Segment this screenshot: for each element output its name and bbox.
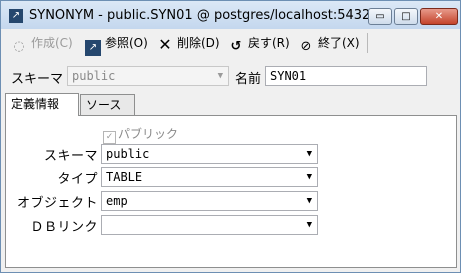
back-label: 戻す(R) [248, 36, 290, 50]
reference-button[interactable]: ↗ 参照(O) [85, 33, 148, 56]
exit-label: 終了(X) [318, 36, 360, 50]
name-value: SYN01 [270, 69, 307, 83]
minimize-button[interactable]: ▭ [368, 8, 392, 25]
chevron-down-icon: ▼ [306, 196, 312, 206]
form-schema-label: スキーマ [43, 149, 98, 164]
public-label: パブリック [118, 127, 179, 141]
minimize-icon: ▭ [375, 11, 385, 22]
maximize-icon: □ [401, 11, 411, 22]
create-label: 作成(C) [31, 36, 73, 50]
delete-button[interactable]: ✕ 削除(D) [157, 33, 220, 54]
header-schema-value: public [72, 69, 116, 83]
chevron-down-icon: ▼ [217, 71, 223, 81]
type-select[interactable]: TABLE ▼ [101, 167, 318, 187]
undo-icon: ↺ [230, 39, 242, 54]
header-schema-select[interactable]: public ▼ [67, 66, 229, 86]
reference-label: 参照(O) [105, 36, 148, 50]
reference-icon: ↗ [85, 40, 101, 56]
toolbar: ◌ 作成(C) ↗ 参照(O) ✕ 削除(D) ↺ 戻す(R) ⊘ 終了(X) [1, 30, 460, 56]
definition-panel: ✓ パブリック スキーマ public ▼ タイプ TABLE ▼ オブジェクト … [5, 115, 457, 268]
form-schema-select[interactable]: public ▼ [101, 144, 318, 164]
form-schema-value: public [106, 147, 150, 161]
dblink-select[interactable]: ▼ [101, 215, 318, 235]
schema-label: スキーマ [11, 72, 64, 87]
exit-button[interactable]: ⊘ 終了(X) [298, 33, 360, 54]
checkmark-icon: ✓ [103, 131, 116, 144]
app-arrow-icon: ↗ [9, 9, 23, 23]
synonym-window: ↗ SYNONYM - public.SYN01 @ postgres/loca… [0, 0, 461, 273]
object-label: オブジェクト [16, 196, 98, 211]
create-icon: ◌ [13, 39, 25, 54]
public-checkbox[interactable]: ✓ パブリック [103, 125, 178, 144]
window-title: SYNONYM - public.SYN01 @ postgres/localh… [29, 8, 371, 23]
toolbar-separator [367, 33, 368, 53]
exit-icon: ⊘ [300, 39, 312, 54]
name-input[interactable]: SYN01 [265, 66, 427, 86]
tab-source[interactable]: ソース [80, 94, 135, 115]
title-bar[interactable]: ↗ SYNONYM - public.SYN01 @ postgres/loca… [1, 1, 460, 29]
delete-icon: ✕ [158, 35, 172, 54]
chevron-down-icon: ▼ [306, 149, 312, 159]
create-button[interactable]: ◌ 作成(C) [11, 33, 73, 54]
tab-definition[interactable]: 定義情報 [5, 93, 79, 116]
dblink-label: ＤＢリンク [30, 220, 98, 235]
object-value: emp [106, 194, 128, 208]
object-select[interactable]: emp ▼ [101, 191, 318, 211]
tab-source-label: ソース [86, 98, 122, 112]
back-button[interactable]: ↺ 戻す(R) [228, 33, 290, 54]
tab-definition-label: 定義情報 [11, 97, 60, 111]
type-value: TABLE [106, 170, 143, 184]
maximize-button[interactable]: □ [394, 8, 418, 25]
delete-label: 削除(D) [177, 36, 220, 50]
type-label: タイプ [57, 172, 98, 187]
chevron-down-icon: ▼ [306, 172, 312, 182]
name-label: 名前 [235, 72, 262, 87]
close-button[interactable]: ✕ [420, 8, 458, 25]
header-row: スキーマ public ▼ 名前 SYN01 [1, 64, 460, 90]
close-icon: ✕ [434, 11, 444, 22]
chevron-down-icon: ▼ [306, 220, 312, 230]
